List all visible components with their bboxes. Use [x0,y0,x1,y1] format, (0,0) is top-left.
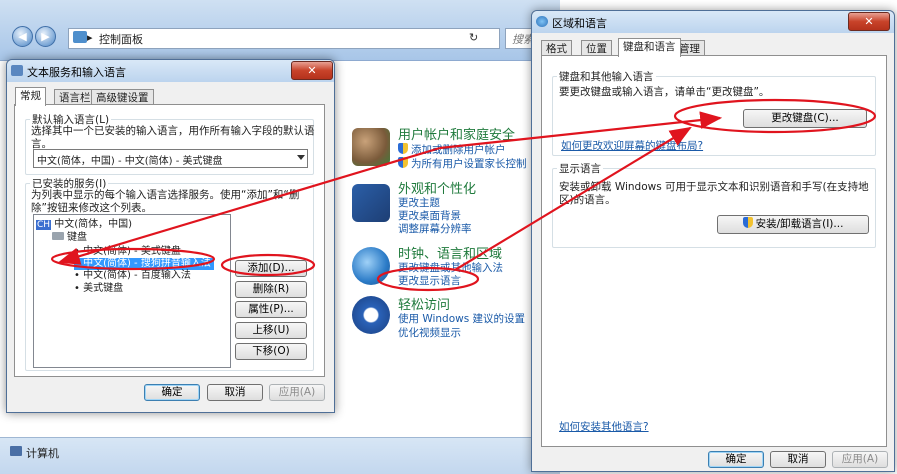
ease-of-access-icon [352,296,390,334]
welcome-screen-link[interactable]: 如何更改欢迎屏幕的键盘布局? [561,138,703,153]
uac-shield-icon [398,157,408,168]
tree-language-node[interactable]: CH 中文(简体，中国) [36,219,132,231]
tree-item-selected[interactable]: • 中文(简体) - 搜狗拼音输入法 [74,258,214,270]
control-panel-icon [73,31,87,43]
chevron-down-icon [297,155,305,160]
globe-icon [536,16,548,27]
installed-services-desc: 为列表中显示的每个输入语言选择服务。使用“添加”和“删除”按钮来修改这个列表。 [31,189,300,214]
address-separator: ▸ [87,31,93,44]
language-badge: CH [36,220,52,230]
address-bar[interactable]: ▸ 控制面板 ↻ [68,28,500,49]
cancel-button[interactable]: 取消 [770,451,826,468]
dialog-title: 区域和语言 [552,17,607,30]
close-button[interactable]: ✕ [848,12,890,31]
change-display-language-link[interactable]: 更改显示语言 [398,273,461,288]
category-link[interactable]: 添加或删除用户帐户 [398,142,506,157]
text-services-dialog: 文本服务和输入语言 ✕ 常规 语言栏 高级键设置 默认输入语言(L) 选择其中一… [6,59,335,413]
uac-shield-icon [742,217,753,228]
category-link[interactable]: 优化视频显示 [398,325,461,340]
add-button[interactable]: 添加(D)... [235,260,307,277]
back-button[interactable]: ◀ [12,26,33,47]
tree-label: 中文(简体，中国) [54,219,133,230]
close-button[interactable]: ✕ [291,61,333,80]
forward-button[interactable]: ▶ [35,26,56,47]
status-text: 计算机 [26,447,59,460]
move-down-button[interactable]: 下移(O) [235,343,307,360]
tab-keyboards-languages[interactable]: 键盘和语言 [618,38,681,57]
select-value: 中文(简体，中国) - 中文(简体) - 美式键盘 [37,156,223,167]
close-icon: ✕ [864,15,874,28]
category-title[interactable]: 用户帐户和家庭安全 [398,124,515,143]
ok-button[interactable]: 确定 [144,384,200,401]
dialog-title: 文本服务和输入语言 [27,66,126,79]
default-language-select[interactable]: 中文(简体，中国) - 中文(简体) - 美式键盘 [33,149,308,168]
address-text: 控制面板 [99,33,143,46]
keyboard-desc: 要更改键盘或输入语言，请单击“更改键盘”。 [559,86,770,98]
properties-button[interactable]: 属性(P)... [235,301,307,318]
group-label: 键盘和其他输入语言 [557,69,656,84]
uac-shield-icon [398,143,408,154]
tree-keyboard-node[interactable]: 键盘 [52,232,87,244]
tree-item[interactable]: • 美式键盘 [74,283,123,295]
tree-item[interactable]: • 中文(简体) - 百度输入法 [74,270,191,282]
install-other-language-link[interactable]: 如何安装其他语言? [559,419,649,434]
text-services-titlebar: 文本服务和输入语言 ✕ [7,60,334,82]
computer-icon [10,446,22,456]
install-uninstall-language-button[interactable]: 安装/卸载语言(I)... [717,215,869,234]
category-link[interactable]: 调整屏幕分辨率 [398,221,472,236]
apply-button[interactable]: 应用(A) [269,384,325,401]
display-language-group [552,168,876,248]
default-language-desc: 选择其中一个已安装的输入语言，用作所有输入字段的默认语言。 [31,125,315,150]
tab-general[interactable]: 常规 [15,87,46,106]
ok-button[interactable]: 确定 [708,451,764,468]
button-label: 安装/卸载语言(I)... [755,218,844,230]
tree-label: 键盘 [67,232,87,243]
status-bar: 计算机 [0,437,560,474]
keyboard-icon [11,65,23,76]
category-link[interactable]: 使用 Windows 建议的设置 [398,311,525,326]
group-label: 显示语言 [557,161,603,176]
region-language-titlebar: 区域和语言 ✕ [532,11,894,33]
cancel-button[interactable]: 取消 [207,384,263,401]
close-icon: ✕ [307,64,317,77]
remove-button[interactable]: 删除(R) [235,281,307,298]
globe-clock-icon [352,247,390,285]
control-panel-titlebar: ◀ ▶ ▸ 控制面板 ↻ 搜索 [0,0,562,61]
move-up-button[interactable]: 上移(U) [235,322,307,339]
region-language-dialog: 区域和语言 ✕ 格式 位置 键盘和语言 管理 键盘和其他输入语言 要更改键盘或输… [531,10,895,472]
keyboard-icon [52,232,64,240]
appearance-icon [352,184,390,222]
refresh-icon[interactable]: ↻ [469,31,478,44]
change-keyboard-button[interactable]: 更改键盘(C)... [743,109,867,128]
display-language-desc: 安装或卸载 Windows 可用于显示文本和识别语音和手写(在支持地区)的语言。 [559,181,869,206]
tree-item[interactable]: • 中文(简体) - 美式键盘 [74,246,181,258]
category-link[interactable]: 为所有用户设置家长控制 [398,156,527,171]
installed-services-tree[interactable]: CH 中文(简体，中国) 键盘 • 中文(简体) - 美式键盘 • 中文(简体)… [33,214,231,368]
users-icon [352,128,390,166]
apply-button[interactable]: 应用(A) [832,451,888,468]
